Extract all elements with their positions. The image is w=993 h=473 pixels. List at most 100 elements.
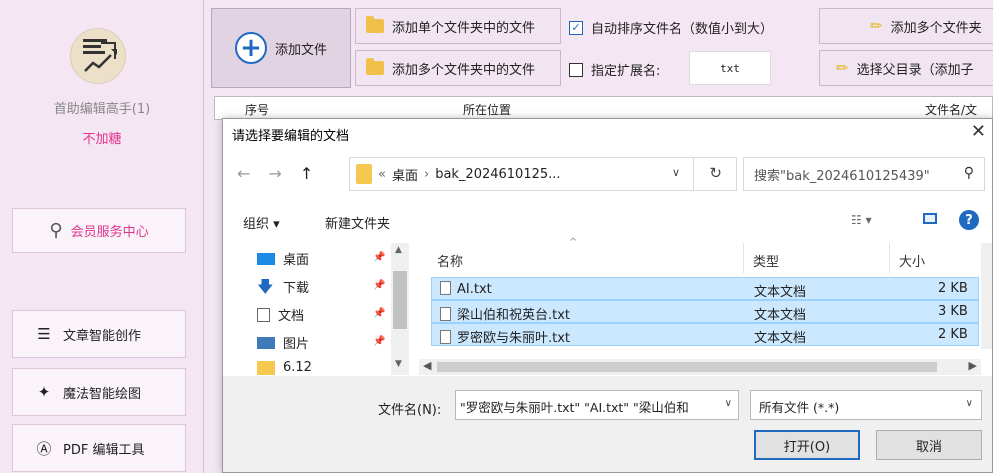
organize-button[interactable]: 组织 ▾ [243, 213, 280, 232]
list-item[interactable]: 罗密欧与朱丽叶.txt 文本文档 2 KB [431, 323, 979, 346]
file-list-hscrollbar[interactable]: ◀ ▶ [419, 359, 981, 375]
command-bar: 组织 ▾ 新建文件夹 ☷ ▾ ? [223, 203, 992, 237]
folder-icon [257, 360, 275, 375]
preview-pane-icon[interactable] [923, 213, 937, 224]
address-bar[interactable]: « 桌面 › bak_2024610125... ∨ ↻ [349, 157, 737, 191]
filename-input[interactable]: "罗密欧与朱丽叶.txt" "AI.txt" "梁山伯和 ∨ [455, 390, 739, 420]
nav-pane-label: 文档 [278, 309, 305, 324]
folder-icon [366, 16, 384, 33]
nav-pane-item[interactable]: 图片 [257, 333, 387, 352]
file-name: AI.txt [440, 281, 492, 297]
filetype-value: 所有文件 (*.*) [759, 400, 840, 415]
chevron-down-icon[interactable]: ∨ [672, 166, 680, 179]
auto-sort-checkbox[interactable]: ✓ [569, 20, 583, 35]
cancel-button[interactable]: 取消 [876, 430, 982, 460]
chevron-down-icon[interactable]: ∨ [725, 398, 732, 409]
scroll-thumb[interactable] [393, 271, 407, 329]
file-size: 2 KB [938, 327, 968, 342]
nav-pane-item[interactable]: 桌面 [257, 249, 387, 268]
col-type[interactable]: 类型 [753, 251, 779, 270]
nav-label: 文章智能创作 [63, 328, 142, 344]
col-index: 序号 [245, 103, 270, 117]
file-name: 罗密欧与朱丽叶.txt [440, 327, 570, 346]
col-filename: 文件名/文 [925, 103, 978, 117]
user-status: 不加糖 [82, 132, 122, 147]
pencil-icon: ✏ [836, 59, 849, 77]
nav-article-creation[interactable]: ☰ 文章智能创作 [12, 310, 186, 358]
specify-ext-label: 指定扩展名: [591, 64, 661, 79]
pencil-icon: ✏ [870, 17, 883, 35]
new-folder-button[interactable]: 新建文件夹 [325, 213, 390, 232]
file-type: 文本文档 [754, 308, 807, 323]
add-multi-files-button[interactable]: ✏ 添加多个文件夹 [819, 8, 993, 44]
search-icon: ⚲ [963, 165, 974, 181]
nav-pane-item[interactable]: 6.12 [257, 360, 387, 375]
up-arrow-icon[interactable]: ↑ [300, 164, 313, 183]
help-icon[interactable]: ? [959, 210, 979, 230]
add-file-label: 添加文件 [274, 42, 327, 58]
nav-pdf-tools[interactable]: Ⓐ PDF 编辑工具 [12, 424, 186, 472]
col-location: 所在位置 [463, 103, 512, 117]
text-file-icon [440, 330, 451, 344]
choose-parent-label: 选择父目录（添加子 [856, 62, 974, 78]
user-name: 首助编辑高手(1) [53, 102, 151, 117]
nav-label: PDF 编辑工具 [63, 442, 145, 458]
breadcrumb-current[interactable]: bak_2024610125... [435, 167, 560, 182]
chevron-right-icon: › [423, 166, 430, 182]
open-button[interactable]: 打开(O) [754, 430, 860, 460]
divider [889, 243, 890, 273]
col-size[interactable]: 大小 [899, 251, 925, 270]
file-name-text: 梁山伯和祝英台.txt [457, 308, 571, 323]
document-icon [257, 307, 270, 322]
view-options-icon[interactable]: ☷ ▾ [851, 213, 872, 227]
add-single-folder-label: 添加单个文件夹中的文件 [392, 20, 536, 36]
nav-pane-label: 下载 [283, 281, 310, 296]
choose-parent-button[interactable]: ✏ 选择父目录（添加子 [819, 50, 993, 86]
pdf-icon: Ⓐ [36, 439, 52, 458]
scroll-right-icon[interactable]: ▶ [969, 359, 977, 372]
add-multi-folder-button[interactable]: 添加多个文件夹中的文件 [355, 50, 561, 86]
search-placeholder: 搜索"bak_2024610125439" [754, 168, 930, 184]
download-icon: 🡇 [257, 276, 274, 296]
member-center-button[interactable]: ⚲ 会员服务中心 [12, 208, 186, 253]
text-file-icon [440, 307, 451, 321]
search-input[interactable]: 搜索"bak_2024610125439" ⚲ [743, 157, 985, 191]
nav-arrows: ← → ↑ [237, 164, 313, 183]
col-name[interactable]: 名称 [437, 251, 463, 270]
sidebar: 首助编辑高手(1) 不加糖 ⚲ 会员服务中心 ☰ 文章智能创作 ✦ 魔法智能绘图… [0, 0, 204, 473]
scroll-left-icon[interactable]: ◀ [423, 359, 431, 372]
back-arrow-icon[interactable]: ← [237, 164, 250, 183]
extension-input[interactable]: txt [689, 51, 771, 85]
nav-magic-drawing[interactable]: ✦ 魔法智能绘图 [12, 368, 186, 416]
forward-arrow-icon[interactable]: → [268, 164, 281, 183]
scroll-up-icon[interactable]: ▲ [395, 245, 402, 255]
filetype-select[interactable]: 所有文件 (*.*) ∨ [750, 390, 982, 420]
refresh-icon[interactable]: ↻ [709, 164, 722, 182]
close-icon[interactable]: ✕ [971, 121, 986, 142]
auto-sort-option[interactable]: ✓ 自动排序文件名（数值小到大） [569, 18, 773, 37]
specify-ext-option[interactable]: 指定扩展名: [569, 60, 660, 79]
file-name-text: AI.txt [457, 282, 492, 297]
nav-pane-item[interactable]: 🡇 下载 [257, 277, 387, 296]
breadcrumb-desktop[interactable]: 桌面 [392, 165, 418, 184]
toolbar: + 添加文件 添加单个文件夹中的文件 添加多个文件夹中的文件 ✓ 自动排序文件名… [205, 0, 993, 92]
add-file-button[interactable]: + 添加文件 [211, 8, 351, 88]
desktop-icon [257, 252, 275, 265]
dialog-footer: 文件名(N): "罗密欧与朱丽叶.txt" "AI.txt" "梁山伯和 ∨ 所… [223, 376, 992, 472]
specify-ext-checkbox[interactable] [569, 62, 583, 77]
open-file-dialog: 请选择要编辑的文档 ✕ ← → ↑ « 桌面 › bak_2024610125.… [222, 118, 993, 473]
nav-pane-scrollbar[interactable]: ▲ ▼ [391, 243, 409, 375]
breadcrumb-prefix: « [378, 166, 386, 182]
scroll-down-icon[interactable]: ▼ [395, 359, 402, 369]
add-single-folder-button[interactable]: 添加单个文件夹中的文件 [355, 8, 561, 44]
pin-icon: 📌 [373, 280, 386, 291]
file-name-text: 罗密欧与朱丽叶.txt [457, 331, 571, 346]
nav-pane-item[interactable]: 文档 [257, 305, 387, 324]
list-item[interactable]: AI.txt 文本文档 2 KB [431, 277, 979, 300]
user-icon: ⚲ [49, 220, 63, 241]
scroll-thumb[interactable] [437, 362, 937, 372]
folder-icon [366, 58, 384, 75]
file-list-vscrollbar[interactable] [981, 243, 992, 349]
auto-sort-label: 自动排序文件名（数值小到大） [591, 22, 774, 37]
list-item[interactable]: 梁山伯和祝英台.txt 文本文档 3 KB [431, 300, 979, 323]
